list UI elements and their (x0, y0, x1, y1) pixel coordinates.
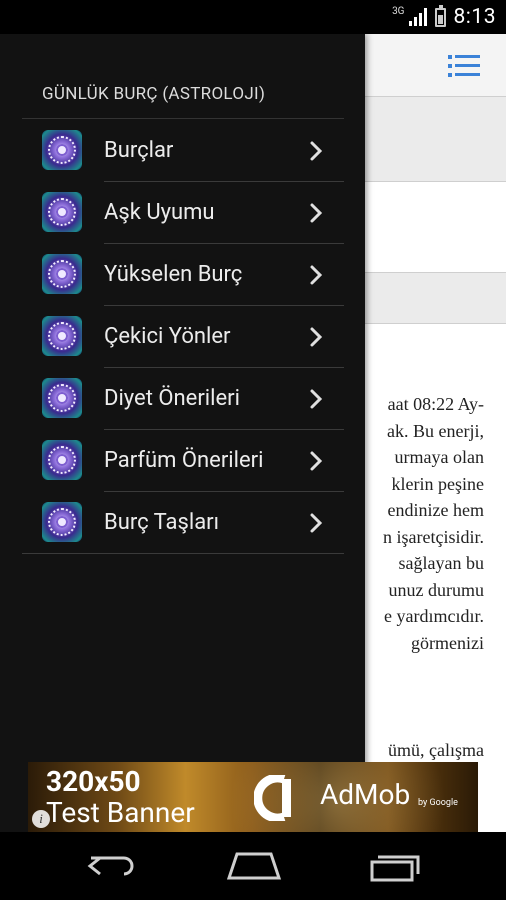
ad-banner[interactable]: 320x50 Test Banner AdMob by Google i (28, 762, 478, 832)
menu-item-cekici-yonler[interactable]: Çekici Yönler (0, 306, 365, 368)
menu-item-ask-uyumu[interactable]: Aşk Uyumu (0, 182, 365, 244)
back-icon[interactable] (86, 852, 138, 882)
zodiac-wheel-icon (42, 378, 82, 418)
menu-item-burc-taslari[interactable]: Burç Taşları (0, 492, 365, 554)
ad-size-text: 320x50 (46, 765, 141, 798)
menu-item-label: Çekici Yönler (104, 324, 231, 349)
ad-brand: AdMob (320, 778, 411, 811)
menu-item-label: Parfüm Önerileri (104, 448, 264, 473)
system-nav-bar (0, 832, 506, 900)
home-icon[interactable] (225, 852, 283, 882)
navigation-drawer: GÜNLÜK BURÇ (ASTROLOJI) Burçlar Aşk Uyum… (0, 34, 365, 832)
zodiac-wheel-icon (42, 440, 82, 480)
ad-by-google: by Google (418, 798, 458, 808)
menu-item-label: Yükselen Burç (104, 262, 243, 287)
menu-item-label: Aşk Uyumu (104, 200, 215, 225)
divider (22, 118, 344, 119)
network-type: 3G (392, 5, 405, 17)
chevron-right-icon (310, 327, 323, 347)
chevron-right-icon (310, 513, 323, 533)
divider (22, 553, 344, 554)
zodiac-wheel-icon (42, 192, 82, 232)
zodiac-wheel-icon (42, 316, 82, 356)
menu-item-label: Diyet Önerileri (104, 386, 240, 411)
recent-apps-icon[interactable] (368, 852, 422, 882)
chevron-right-icon (310, 265, 323, 285)
zodiac-wheel-icon (42, 502, 82, 542)
menu-item-diyet-onerileri[interactable]: Diyet Önerileri (0, 368, 365, 430)
menu-item-burclar[interactable]: Burçlar (0, 120, 365, 182)
menu-item-yukselen-burc[interactable]: Yükselen Burç (0, 244, 365, 306)
signal-icon (408, 8, 427, 26)
drawer-title: GÜNLÜK BURÇ (ASTROLOJI) (42, 84, 266, 104)
app-screen: aat 08:22 Ay- ak. Bu enerji, urmaya olan… (0, 34, 506, 832)
chevron-right-icon (310, 141, 323, 161)
drawer-menu: Burçlar Aşk Uyumu Yükselen Burç Çekici Y… (0, 120, 365, 554)
battery-icon (434, 4, 446, 27)
clock: 8:13 (453, 5, 496, 29)
ad-test-text: Test Banner (46, 796, 195, 829)
zodiac-wheel-icon (42, 130, 82, 170)
menu-item-parfum-onerileri[interactable]: Parfüm Önerileri (0, 430, 365, 492)
status-bar: 3G 8:13 (0, 0, 506, 34)
list-menu-icon[interactable] (448, 55, 480, 77)
admob-logo-icon (254, 775, 291, 821)
chevron-right-icon (310, 451, 323, 471)
zodiac-wheel-icon (42, 254, 82, 294)
ad-info-icon[interactable]: i (32, 810, 50, 828)
chevron-right-icon (310, 203, 323, 223)
menu-item-label: Burçlar (104, 138, 174, 163)
menu-item-label: Burç Taşları (104, 510, 220, 535)
chevron-right-icon (310, 389, 323, 409)
